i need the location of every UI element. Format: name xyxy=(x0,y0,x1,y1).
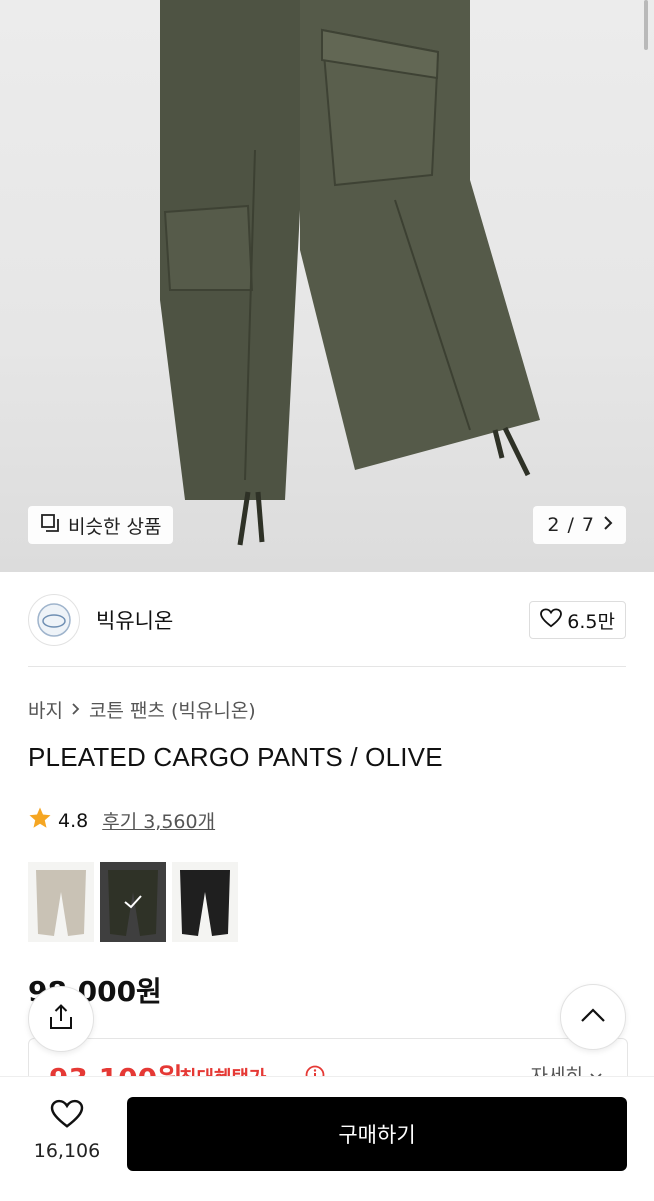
scroll-top-button[interactable] xyxy=(560,984,626,1050)
share-button[interactable] xyxy=(28,986,94,1052)
wish-button[interactable]: 16,106 xyxy=(32,1099,102,1162)
scrollbar[interactable] xyxy=(644,0,648,50)
page-current: 2 xyxy=(547,514,560,536)
reviews-link[interactable]: 후기 3,560개 xyxy=(102,807,215,834)
chevron-right-icon xyxy=(602,514,614,536)
breadcrumb-subcategory[interactable]: 코튼 팬츠 (빅유니온) xyxy=(89,696,256,723)
buy-button[interactable]: 구매하기 xyxy=(127,1097,627,1171)
brand-like-button[interactable]: 6.5만 xyxy=(529,601,626,639)
heart-icon xyxy=(540,607,563,633)
product-image xyxy=(160,0,540,546)
product-image-gallery[interactable]: 비슷한 상품 2 / 7 xyxy=(0,0,654,572)
heart-icon xyxy=(50,1099,84,1134)
rating-row: 4.8 후기 3,560개 xyxy=(28,806,215,835)
color-options xyxy=(28,862,238,942)
wish-count: 16,106 xyxy=(33,1140,101,1162)
check-icon xyxy=(123,894,143,914)
color-option-olive[interactable] xyxy=(100,862,166,942)
share-icon xyxy=(47,1003,75,1035)
color-option-beige[interactable] xyxy=(28,862,94,942)
bottom-action-bar: 16,106 구매하기 xyxy=(0,1076,654,1201)
brand-like-count: 6.5만 xyxy=(567,610,615,633)
similar-products-button[interactable]: 비슷한 상품 xyxy=(28,506,174,544)
brand-row[interactable]: 빅유니온 6.5만 xyxy=(28,592,626,648)
breadcrumb: 바지 코튼 팬츠 (빅유니온) xyxy=(28,696,256,723)
star-icon xyxy=(28,806,52,835)
image-page-indicator[interactable]: 2 / 7 xyxy=(533,506,626,544)
similar-icon xyxy=(40,513,60,538)
chevron-up-icon xyxy=(580,1007,606,1027)
similar-products-label: 비슷한 상품 xyxy=(68,515,162,538)
page-total: 7 xyxy=(581,514,594,536)
divider xyxy=(28,666,626,667)
breadcrumb-category[interactable]: 바지 xyxy=(28,696,63,723)
product-title: PLEATED CARGO PANTS / OLIVE xyxy=(28,742,443,772)
brand-name[interactable]: 빅유니온 xyxy=(96,605,173,635)
chevron-right-icon xyxy=(71,699,81,721)
color-option-black[interactable] xyxy=(172,862,238,942)
brand-logo[interactable] xyxy=(28,594,80,646)
rating-value: 4.8 xyxy=(58,809,89,832)
page-separator: / xyxy=(567,514,574,536)
